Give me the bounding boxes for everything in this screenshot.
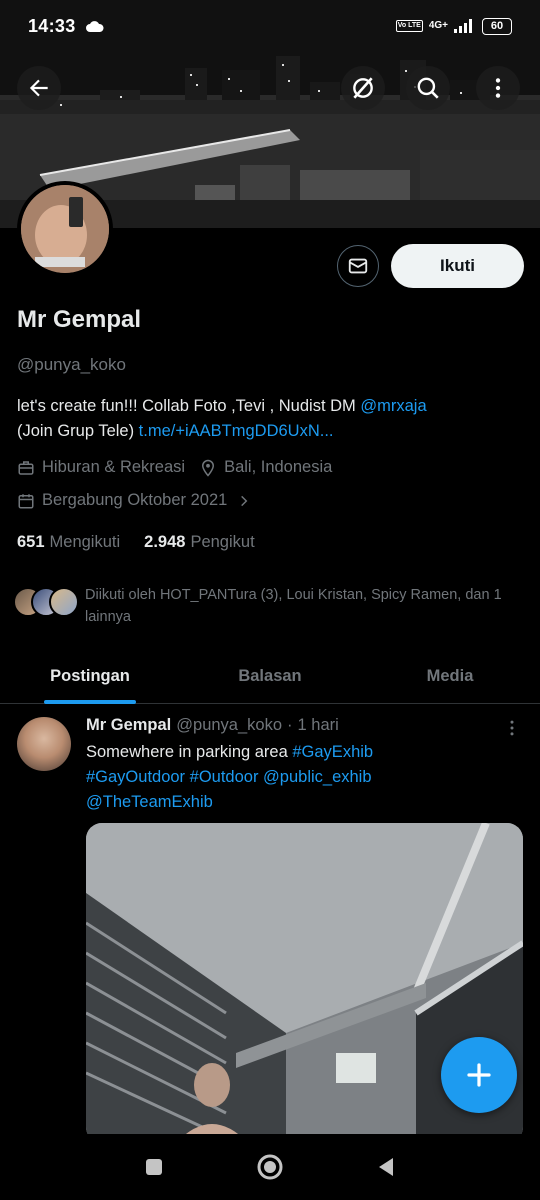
post-author-name[interactable]: Mr Gempal xyxy=(86,716,171,735)
following-label: Mengikuti xyxy=(49,533,121,551)
post-text: Somewhere in parking area #GayExhib #Gay… xyxy=(86,740,516,815)
post-avatar[interactable] xyxy=(17,717,71,771)
bio-text: let's create fun!!! Collab Foto ,Tevi , … xyxy=(17,397,361,415)
following-count: 651 xyxy=(17,533,45,551)
profile-tabs: Postingan Balasan Media xyxy=(0,650,540,704)
profile-bio: let's create fun!!! Collab Foto ,Tevi , … xyxy=(17,394,522,444)
more-vertical-icon xyxy=(510,720,514,736)
nav-back-button[interactable] xyxy=(328,1156,444,1178)
profile-meta-row: Hiburan & Rekreasi Bali, Indonesia xyxy=(17,458,346,477)
system-nav-bar xyxy=(0,1134,540,1200)
tab-posts[interactable]: Postingan xyxy=(0,650,180,703)
followers-count: 2.948 xyxy=(144,533,186,551)
signal-icon xyxy=(454,19,472,33)
follower-avatar xyxy=(49,587,79,617)
category-text: Hiburan & Rekreasi xyxy=(42,458,186,476)
bio-link[interactable]: t.me/+iAABTmgDD6UxN... xyxy=(139,422,334,440)
location-item: Bali, Indonesia xyxy=(199,458,332,477)
followed-by-section[interactable]: Diikuti oleh HOT_PANTura (3), Loui Krist… xyxy=(13,584,505,628)
joined-text: Bergabung Oktober 2021 xyxy=(42,491,228,509)
hashtag[interactable]: #GayOutdoor xyxy=(86,768,185,786)
grok-button[interactable] xyxy=(341,66,385,110)
search-icon xyxy=(417,77,439,99)
post-header: Mr Gempal @punya_koko · 1 hari xyxy=(86,716,339,735)
search-button[interactable] xyxy=(406,66,450,110)
following-link[interactable]: 651 Mengikuti xyxy=(17,533,120,552)
mention[interactable]: @TheTeamExhib xyxy=(86,793,213,811)
post-author-handle: @punya_koko xyxy=(176,716,283,734)
nav-home-icon xyxy=(257,1154,283,1180)
location-text: Bali, Indonesia xyxy=(224,458,333,476)
category-item: Hiburan & Rekreasi xyxy=(17,458,185,477)
profile-handle: @punya_koko xyxy=(17,355,126,374)
follow-button[interactable]: Ikuti xyxy=(391,244,524,288)
post-body: Somewhere in parking area xyxy=(86,743,293,761)
back-arrow-icon xyxy=(29,79,48,97)
nav-recent-icon xyxy=(146,1159,162,1175)
followers-link[interactable]: 2.948 Pengikut xyxy=(144,533,255,552)
back-button[interactable] xyxy=(17,66,61,110)
avatar-photo xyxy=(21,185,109,273)
hashtag[interactable]: #GayExhib xyxy=(292,743,373,761)
battery-indicator: 60 xyxy=(482,17,512,35)
calendar-icon xyxy=(18,493,34,508)
hashtag[interactable]: #Outdoor xyxy=(190,768,259,786)
mail-icon xyxy=(348,258,368,274)
mention[interactable]: @public_exhib xyxy=(263,768,371,786)
status-bar: 14:33 Vo LTE 4G+ 60 xyxy=(0,0,540,52)
status-time: 14:33 xyxy=(28,15,76,36)
nav-home-button[interactable] xyxy=(212,1153,328,1181)
chevron-right-icon xyxy=(241,495,248,506)
volte-badge: Vo LTE xyxy=(395,20,423,32)
profile-name: Mr Gempal xyxy=(17,306,142,333)
tab-media[interactable]: Media xyxy=(360,650,540,703)
post-separator: · xyxy=(287,716,293,734)
tab-replies[interactable]: Balasan xyxy=(180,650,360,703)
status-indicators: Vo LTE 4G+ 60 xyxy=(395,17,512,35)
profile-avatar[interactable] xyxy=(17,181,113,277)
followers-label: Pengikut xyxy=(190,533,255,551)
follow-counts: 651 Mengikuti 2.948 Pengikut xyxy=(17,533,255,552)
followed-avatars xyxy=(13,584,81,620)
briefcase-icon xyxy=(18,460,34,475)
bio-text-2: (Join Grup Tele) xyxy=(17,422,139,440)
compose-button[interactable] xyxy=(441,1037,517,1113)
message-button[interactable] xyxy=(337,245,379,287)
more-vertical-icon xyxy=(495,78,501,98)
cloud-icon xyxy=(85,20,104,32)
location-pin-icon xyxy=(202,459,215,477)
nav-recent-button[interactable] xyxy=(96,1157,212,1177)
plus-icon xyxy=(467,1063,491,1087)
post-time: 1 hari xyxy=(297,716,339,734)
network-type: 4G+ xyxy=(428,20,448,31)
grok-icon xyxy=(353,77,373,99)
followed-by-text: Diikuti oleh HOT_PANTura (3), Loui Krist… xyxy=(85,587,502,625)
joined-row[interactable]: Bergabung Oktober 2021 xyxy=(17,491,258,510)
more-button[interactable] xyxy=(476,66,520,110)
nav-back-icon xyxy=(379,1158,393,1176)
bio-mention[interactable]: @mrxaja xyxy=(360,397,426,415)
